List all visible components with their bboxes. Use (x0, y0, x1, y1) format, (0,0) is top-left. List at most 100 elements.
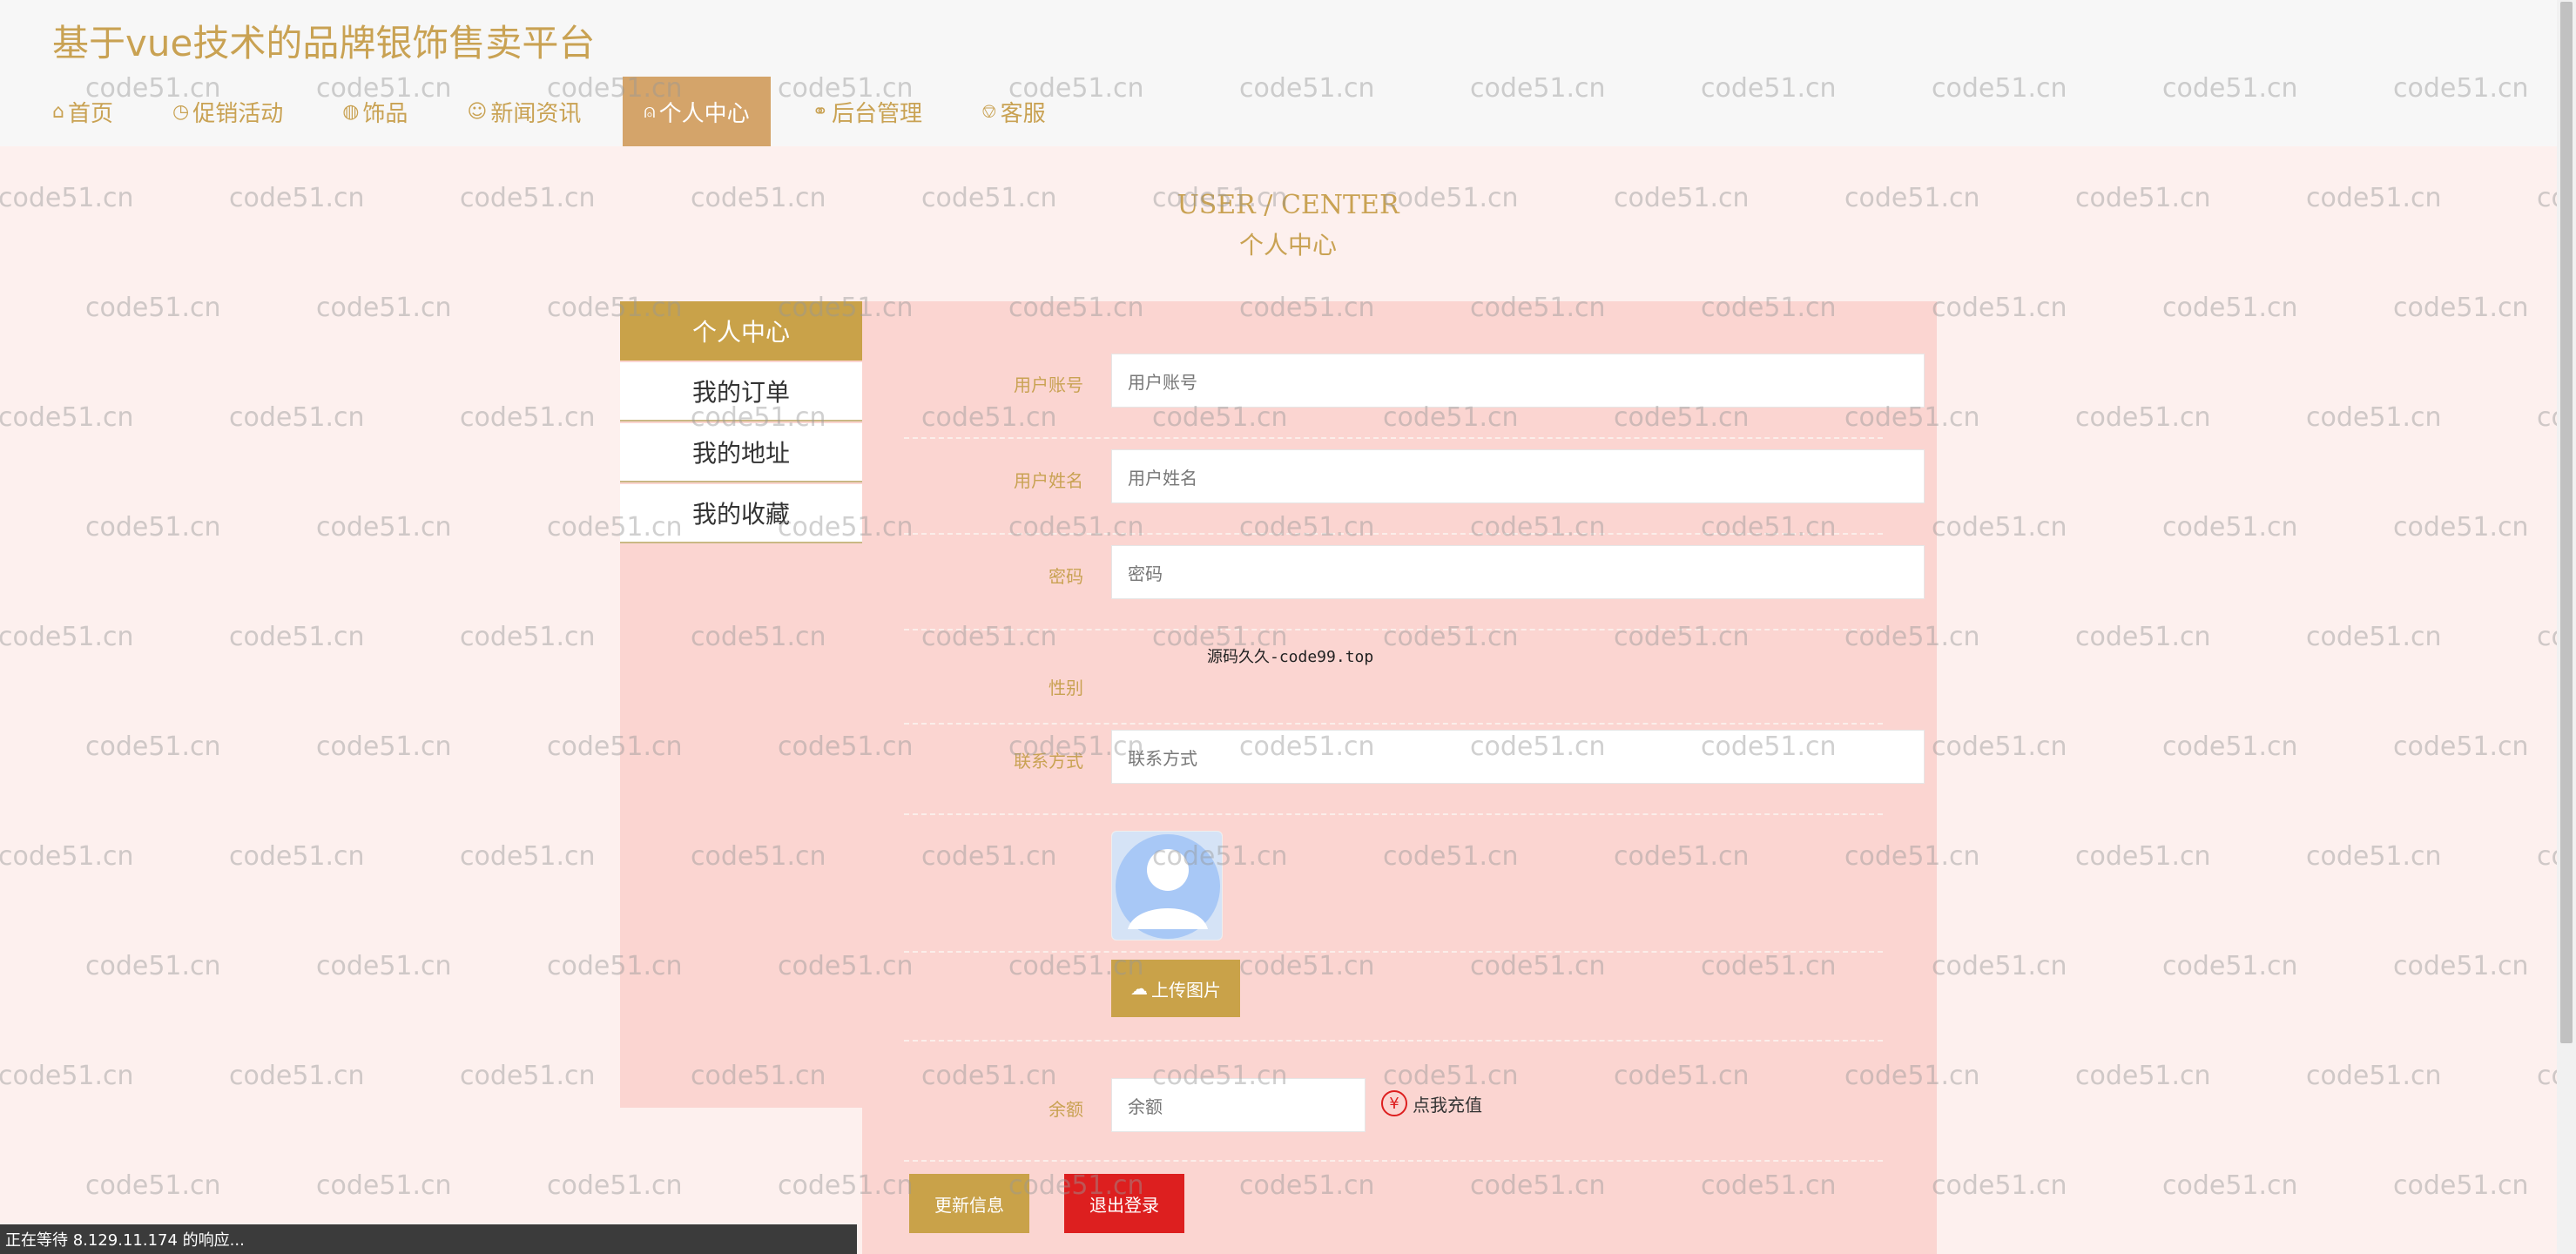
watermark-text: code51.cn (460, 841, 596, 872)
contact-label: 联系方式 (1014, 751, 1083, 772)
top-header: 基于vue技术的品牌银饰售卖平台 ⌂ 首页 ◷ 促销活动 ◍ 饰品 ☺ 新闻资讯… (0, 0, 2576, 146)
nav-home[interactable]: ⌂ 首页 (35, 77, 131, 146)
watermark-text: code51.cn (2162, 732, 2298, 762)
form-row-password: 密码 密码 (904, 545, 1925, 630)
section-heading-cn: 个人中心 (1238, 231, 1337, 260)
watermark-text: code51.cn (1932, 732, 2067, 762)
watermark-text: code51.cn (316, 293, 452, 323)
form-row-balance: 余额 余额 ¥ 点我充值 (904, 1078, 1883, 1162)
watermark-text: code51.cn (2162, 512, 2298, 543)
form-row-upload: ☁ 上传图片 (904, 960, 1883, 1042)
section-heading-en: USER / CENTER (1177, 190, 1399, 220)
watermark-text: code51.cn (2306, 841, 2442, 872)
avatar-placeholder-icon (1112, 832, 1222, 940)
watermark-text: code51.cn (460, 402, 596, 433)
watermark-text: code51.cn (85, 512, 221, 543)
password-input[interactable]: 密码 (1111, 545, 1925, 599)
user-sidebar: 个人中心 我的订单 我的地址 我的收藏 (620, 301, 862, 1108)
sidebar-item-address[interactable]: 我的地址 (620, 423, 862, 482)
watermark-text: code51.cn (229, 402, 365, 433)
watermark-text: code51.cn (316, 951, 452, 981)
home-icon: ⌂ (52, 100, 64, 123)
watermark-text: code51.cn (2075, 622, 2211, 652)
watermark-text: code51.cn (1932, 293, 2067, 323)
balance-label: 余额 (1049, 1099, 1083, 1120)
nav-label: 后台管理 (832, 100, 923, 127)
watermark-text: code51.cn (1932, 512, 2067, 543)
user-icon: ⍝ (644, 100, 656, 123)
upload-image-button[interactable]: ☁ 上传图片 (1111, 960, 1240, 1017)
avatar[interactable] (1111, 831, 1223, 940)
nav-news[interactable]: ☺ 新闻资讯 (449, 77, 598, 146)
watermark-text: code51.cn (2306, 402, 2442, 433)
watermark-text: code51.cn (316, 512, 452, 543)
sidebar-item-orders[interactable]: 我的订单 (620, 362, 862, 421)
nav-service[interactable]: ⎊ 客服 (964, 77, 1063, 146)
smile-icon: ☺ (467, 100, 488, 123)
logout-button[interactable]: 退出登录 (1064, 1174, 1184, 1233)
watermark-text: code51.cn (2393, 951, 2529, 981)
form-row-avatar (904, 827, 1883, 953)
globe-icon: ◍ (342, 100, 360, 123)
watermark-text: code51.cn (85, 951, 221, 981)
browser-status-bar: 正在等待 8.129.11.174 的响应... (0, 1224, 857, 1254)
watermark-text: code51.cn (229, 841, 365, 872)
update-info-button[interactable]: 更新信息 (909, 1174, 1029, 1233)
upload-label: 上传图片 (1151, 979, 1221, 1001)
sidebar-item-favorites[interactable]: 我的收藏 (620, 484, 862, 543)
link-icon: ⚭ (812, 100, 829, 123)
form-row-contact: 联系方式 联系方式 (904, 730, 1925, 815)
watermark-text: code51.cn (2393, 512, 2529, 543)
yen-icon: ¥ (1381, 1090, 1407, 1116)
watermark-text: code51.cn (2162, 1170, 2298, 1201)
watermark-text: code51.cn (316, 1170, 452, 1201)
watermark-text: code51.cn (0, 841, 134, 872)
nav-label: 客服 (1000, 100, 1046, 127)
sidebar-title[interactable]: 个人中心 (620, 301, 862, 361)
form-row-name: 用户姓名 用户姓名 (904, 449, 1925, 535)
watermark-text: code51.cn (2162, 951, 2298, 981)
watermark-text: code51.cn (229, 1061, 365, 1091)
account-label: 用户账号 (1014, 374, 1083, 395)
clock-icon: ◷ (172, 100, 190, 123)
name-input[interactable]: 用户姓名 (1111, 449, 1925, 503)
vertical-scrollbar[interactable] (2557, 0, 2576, 1254)
cloud-upload-icon: ☁ (1130, 978, 1148, 999)
watermark-text: code51.cn (2162, 293, 2298, 323)
site-title: 基于vue技术的品牌银饰售卖平台 (52, 22, 596, 64)
password-label: 密码 (1049, 566, 1083, 587)
contact-input[interactable]: 联系方式 (1111, 730, 1925, 784)
recharge-link[interactable]: ¥ 点我充值 (1381, 1090, 1482, 1116)
watermark-text: code51.cn (2393, 1170, 2529, 1201)
watermark-text: code51.cn (2075, 402, 2211, 433)
watermark-text: code51.cn (85, 1170, 221, 1201)
watermark-text: code51.cn (316, 732, 452, 762)
watermark-text: code51.cn (1932, 951, 2067, 981)
gender-label: 性别 (1049, 678, 1083, 698)
watermark-text: code51.cn (229, 622, 365, 652)
nav-label: 促销活动 (192, 100, 284, 127)
main-nav: ⌂ 首页 ◷ 促销活动 ◍ 饰品 ☺ 新闻资讯 ⍝ 个人中心 ⚭ 后台管理 ⎊ … (35, 77, 1088, 146)
nav-admin[interactable]: ⚭ 后台管理 (795, 77, 940, 146)
profile-form: 用户账号 用户账号 用户姓名 用户姓名 密码 密码 源码久久-code99.to… (862, 301, 1937, 1254)
watermark-text: code51.cn (460, 1061, 596, 1091)
nav-label: 首页 (67, 100, 113, 127)
watermark-text: code51.cn (2075, 841, 2211, 872)
account-input[interactable]: 用户账号 (1111, 354, 1925, 408)
watermark-text: code51.cn (0, 402, 134, 433)
nav-promotions[interactable]: ◷ 促销活动 (155, 77, 300, 146)
watermark-text: code51.cn (85, 293, 221, 323)
form-row-account: 用户账号 用户账号 (904, 354, 1925, 439)
nav-label: 个人中心 (658, 100, 750, 127)
watermark-text: code51.cn (2393, 293, 2529, 323)
watermark-text: code51.cn (0, 1061, 134, 1091)
watermark-text: code51.cn (0, 622, 134, 652)
watermark-text: code51.cn (2393, 732, 2529, 762)
scrollbar-thumb[interactable] (2560, 2, 2573, 1043)
watermark-text: code51.cn (2075, 1061, 2211, 1091)
balance-input[interactable]: 余额 (1111, 1078, 1366, 1132)
nav-user-center[interactable]: ⍝ 个人中心 (623, 77, 771, 146)
nav-label: 饰品 (362, 100, 408, 127)
form-row-gender: 源码久久-code99.top 性别 (904, 639, 1883, 725)
nav-jewelry[interactable]: ◍ 饰品 (325, 77, 425, 146)
